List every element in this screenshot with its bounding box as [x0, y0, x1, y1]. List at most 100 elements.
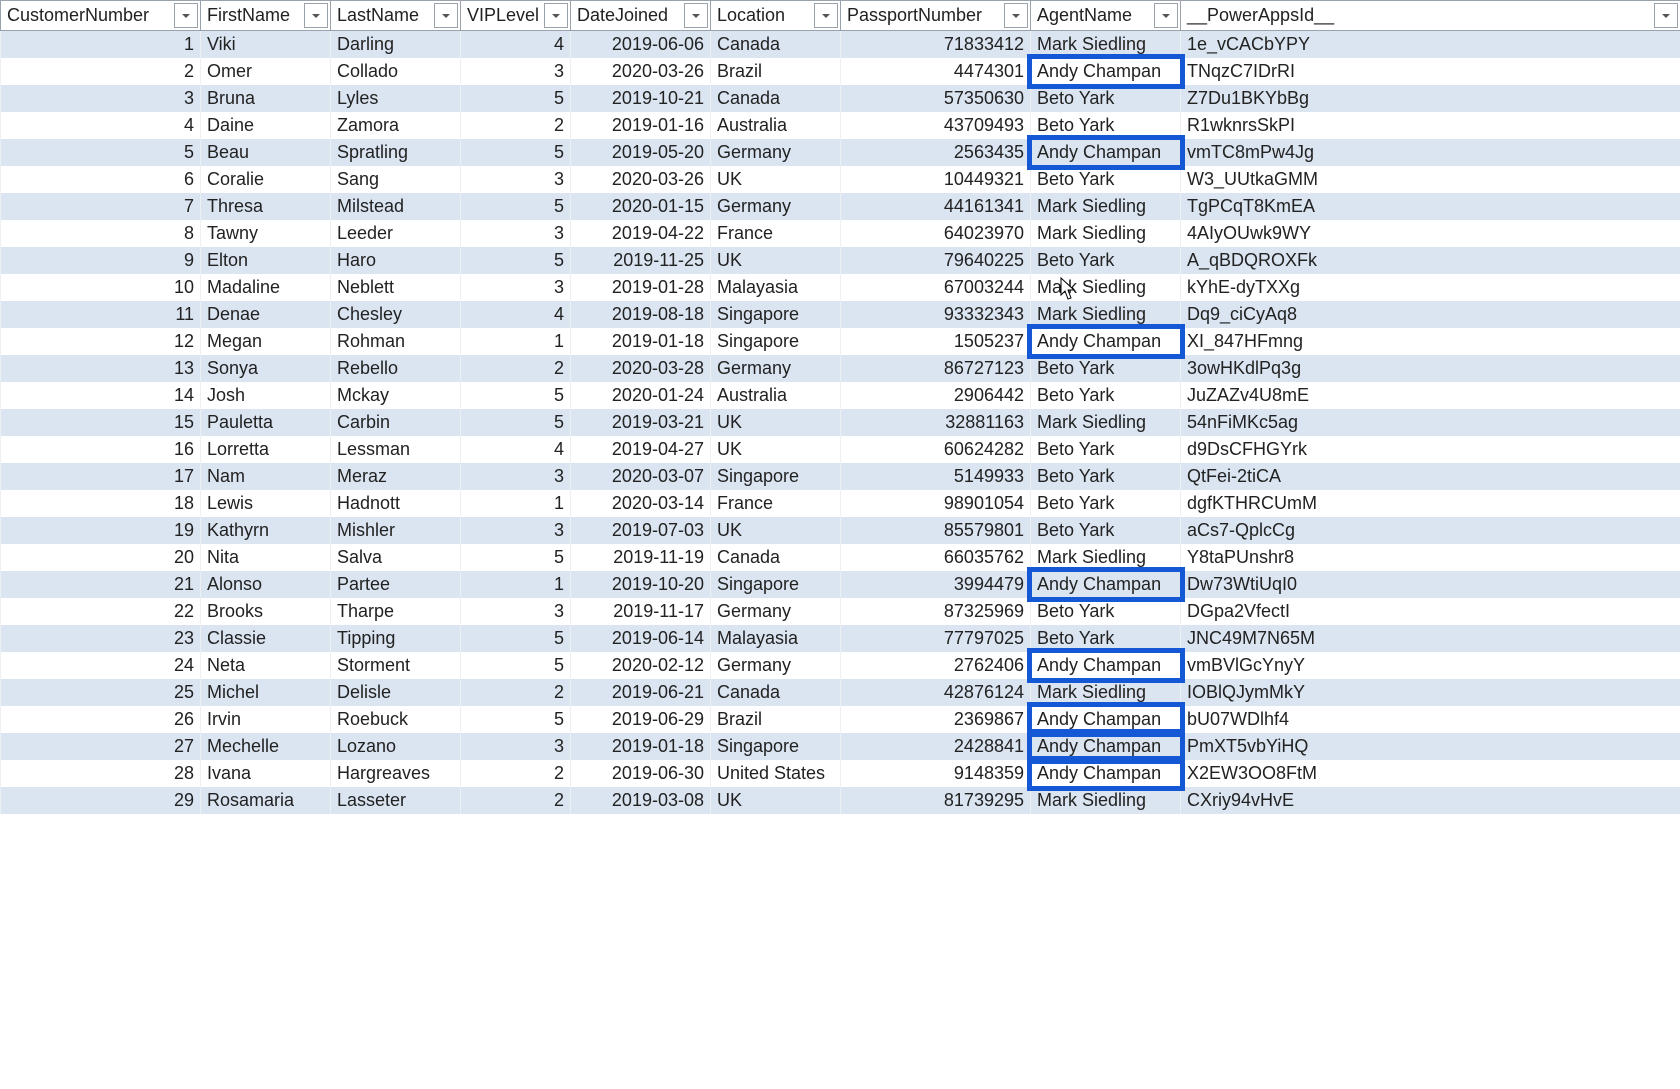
cell-pa[interactable]: XI_847HFmng	[1181, 328, 1680, 355]
cell-date[interactable]: 2019-10-21	[571, 85, 711, 112]
table-row[interactable]: 8TawnyLeeder32019-04-22France64023970Mar…	[1, 220, 1680, 247]
cell-last[interactable]: Roebuck	[331, 706, 461, 733]
cell-customer[interactable]: 13	[1, 355, 201, 382]
cell-date[interactable]: 2019-04-27	[571, 436, 711, 463]
cell-pa[interactable]: bU07WDlhf4	[1181, 706, 1680, 733]
cell-customer[interactable]: 9	[1, 247, 201, 274]
cell-customer[interactable]: 24	[1, 652, 201, 679]
cell-customer[interactable]: 7	[1, 193, 201, 220]
cell-first[interactable]: Nita	[201, 544, 331, 571]
cell-vip[interactable]: 3	[461, 58, 571, 85]
cell-loc[interactable]: Singapore	[711, 328, 841, 355]
cell-passport[interactable]: 81739295	[841, 787, 1031, 814]
cell-last[interactable]: Spratling	[331, 139, 461, 166]
cell-vip[interactable]: 3	[461, 463, 571, 490]
cell-passport[interactable]: 64023970	[841, 220, 1031, 247]
cell-vip[interactable]: 4	[461, 301, 571, 328]
cell-pa[interactable]: CXriy94vHvE	[1181, 787, 1680, 814]
cell-vip[interactable]: 5	[461, 706, 571, 733]
cell-customer[interactable]: 19	[1, 517, 201, 544]
cell-date[interactable]: 2020-03-26	[571, 58, 711, 85]
cell-date[interactable]: 2020-01-15	[571, 193, 711, 220]
cell-pa[interactable]: Dw73WtiUqI0	[1181, 571, 1680, 598]
cell-first[interactable]: Madaline	[201, 274, 331, 301]
cell-first[interactable]: Michel	[201, 679, 331, 706]
cell-passport[interactable]: 86727123	[841, 355, 1031, 382]
cell-customer[interactable]: 3	[1, 85, 201, 112]
cell-pa[interactable]: X2EW3OO8FtM	[1181, 760, 1680, 787]
cell-date[interactable]: 2019-03-21	[571, 409, 711, 436]
table-row[interactable]: 19KathyrnMishler32019-07-03UK85579801Bet…	[1, 517, 1680, 544]
table-row[interactable]: 26IrvinRoebuck52019-06-29Brazil2369867An…	[1, 706, 1680, 733]
cell-loc[interactable]: Canada	[711, 85, 841, 112]
cell-first[interactable]: Sonya	[201, 355, 331, 382]
cell-loc[interactable]: Germany	[711, 355, 841, 382]
cell-agent[interactable]: Mark Siedling	[1031, 193, 1181, 220]
cell-customer[interactable]: 15	[1, 409, 201, 436]
cell-last[interactable]: Lessman	[331, 436, 461, 463]
cell-agent[interactable]: Beto Yark	[1031, 112, 1181, 139]
cell-pa[interactable]: kYhE-dyTXXg	[1181, 274, 1680, 301]
cell-passport[interactable]: 93332343	[841, 301, 1031, 328]
cell-passport[interactable]: 60624282	[841, 436, 1031, 463]
cell-passport[interactable]: 87325969	[841, 598, 1031, 625]
cell-loc[interactable]: UK	[711, 517, 841, 544]
cell-loc[interactable]: Germany	[711, 193, 841, 220]
cell-last[interactable]: Hargreaves	[331, 760, 461, 787]
cell-customer[interactable]: 16	[1, 436, 201, 463]
cell-first[interactable]: Lorretta	[201, 436, 331, 463]
cell-first[interactable]: Viki	[201, 31, 331, 59]
cell-vip[interactable]: 5	[461, 247, 571, 274]
cell-loc[interactable]: Canada	[711, 679, 841, 706]
cell-vip[interactable]: 2	[461, 355, 571, 382]
table-row[interactable]: 29RosamariaLasseter22019-03-08UK81739295…	[1, 787, 1680, 814]
cell-pa[interactable]: 54nFiMKc5ag	[1181, 409, 1680, 436]
cell-first[interactable]: Denae	[201, 301, 331, 328]
cell-passport[interactable]: 10449321	[841, 166, 1031, 193]
cell-first[interactable]: Kathyrn	[201, 517, 331, 544]
cell-date[interactable]: 2019-11-19	[571, 544, 711, 571]
table-row[interactable]: 1VikiDarling42019-06-06Canada71833412Mar…	[1, 31, 1680, 59]
cell-last[interactable]: Zamora	[331, 112, 461, 139]
cell-customer[interactable]: 4	[1, 112, 201, 139]
cell-agent[interactable]: Andy Champan	[1031, 706, 1181, 733]
cell-customer[interactable]: 11	[1, 301, 201, 328]
table-row[interactable]: 17NamMeraz32020-03-07Singapore5149933Bet…	[1, 463, 1680, 490]
cell-agent[interactable]: Beto Yark	[1031, 166, 1181, 193]
cell-pa[interactable]: R1wknrsSkPI	[1181, 112, 1680, 139]
table-row[interactable]: 25MichelDelisle22019-06-21Canada42876124…	[1, 679, 1680, 706]
cell-first[interactable]: Coralie	[201, 166, 331, 193]
cell-loc[interactable]: Canada	[711, 544, 841, 571]
filter-dropdown-button[interactable]	[1654, 3, 1678, 28]
table-row[interactable]: 6CoralieSang32020-03-26UK10449321Beto Ya…	[1, 166, 1680, 193]
cell-first[interactable]: Bruna	[201, 85, 331, 112]
cell-pa[interactable]: JNC49M7N65M	[1181, 625, 1680, 652]
cell-pa[interactable]: 4AIyOUwk9WY	[1181, 220, 1680, 247]
cell-agent[interactable]: Beto Yark	[1031, 247, 1181, 274]
filter-dropdown-button[interactable]	[684, 3, 708, 28]
cell-last[interactable]: Lyles	[331, 85, 461, 112]
cell-agent[interactable]: Mark Siedling	[1031, 220, 1181, 247]
cell-vip[interactable]: 1	[461, 490, 571, 517]
cell-agent[interactable]: Mark Siedling	[1031, 301, 1181, 328]
cell-vip[interactable]: 2	[461, 679, 571, 706]
cell-pa[interactable]: Dq9_ciCyAq8	[1181, 301, 1680, 328]
cell-passport[interactable]: 42876124	[841, 679, 1031, 706]
cell-vip[interactable]: 3	[461, 274, 571, 301]
cell-vip[interactable]: 5	[461, 544, 571, 571]
table-row[interactable]: 12MeganRohman12019-01-18Singapore1505237…	[1, 328, 1680, 355]
cell-last[interactable]: Meraz	[331, 463, 461, 490]
cell-passport[interactable]: 67003244	[841, 274, 1031, 301]
cell-first[interactable]: Elton	[201, 247, 331, 274]
cell-customer[interactable]: 8	[1, 220, 201, 247]
cell-customer[interactable]: 28	[1, 760, 201, 787]
cell-loc[interactable]: UK	[711, 787, 841, 814]
table-row[interactable]: 28IvanaHargreaves22019-06-30United State…	[1, 760, 1680, 787]
cell-customer[interactable]: 2	[1, 58, 201, 85]
cell-pa[interactable]: 1e_vCACbYPY	[1181, 31, 1680, 59]
cell-loc[interactable]: Singapore	[711, 733, 841, 760]
cell-customer[interactable]: 26	[1, 706, 201, 733]
cell-date[interactable]: 2019-04-22	[571, 220, 711, 247]
cell-passport[interactable]: 4474301	[841, 58, 1031, 85]
cell-vip[interactable]: 5	[461, 382, 571, 409]
